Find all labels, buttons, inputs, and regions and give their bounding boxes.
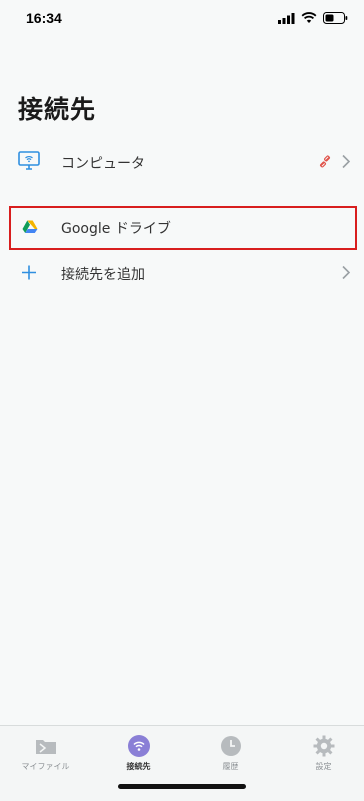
add-connection-item[interactable]: 接続先を追加: [0, 252, 364, 296]
chevron-right-icon: [342, 265, 351, 284]
home-indicator: [118, 784, 246, 789]
disconnected-link-icon[interactable]: [318, 154, 332, 173]
monitor-wifi-icon: [18, 151, 40, 175]
connection-label-computer: コンピュータ: [61, 156, 145, 172]
highlight-box: [9, 206, 357, 250]
status-icons: [278, 12, 348, 24]
tab-connections[interactable]: 接続先: [93, 734, 184, 772]
chevron-right-icon: [342, 154, 351, 173]
wifi-icon: [93, 734, 184, 758]
connection-item-computer[interactable]: コンピュータ: [0, 141, 364, 185]
status-bar: 16:34: [0, 0, 364, 40]
tab-my-files[interactable]: マイファイル: [0, 734, 91, 772]
tab-settings[interactable]: 設定: [278, 734, 364, 772]
gear-icon: [278, 734, 364, 758]
page-title: 接続先: [18, 95, 97, 124]
tab-bar: マイファイル 接続先 履歴 設定: [0, 725, 364, 801]
tab-label-history: 履歴: [222, 762, 239, 771]
battery-icon: [323, 12, 348, 24]
tab-label-settings: 設定: [315, 762, 332, 771]
add-connection-label: 接続先を追加: [61, 267, 145, 283]
status-time: 16:34: [26, 10, 62, 26]
tab-history[interactable]: 履歴: [185, 734, 276, 772]
wifi-status-icon: [301, 12, 317, 23]
tab-label-connections: 接続先: [126, 762, 151, 771]
signal-icon: [278, 12, 295, 24]
folder-icon: [0, 734, 91, 758]
tab-label-my-files: マイファイル: [21, 762, 70, 771]
plus-icon: [22, 265, 36, 284]
clock-icon: [185, 734, 276, 758]
